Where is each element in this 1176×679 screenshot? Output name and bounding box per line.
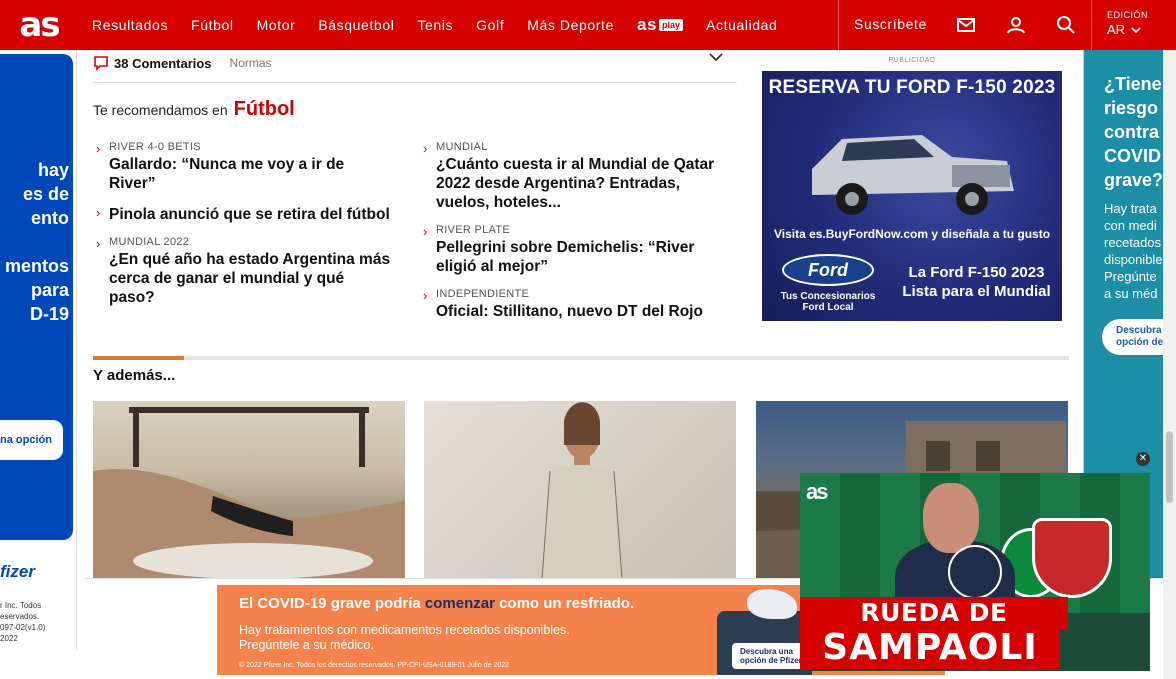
recommended-kicker: RIVER 4-0 BETIS — [109, 141, 201, 153]
sevilla-crest-image — [1032, 518, 1112, 598]
recommended-headline[interactable]: ¿Cuánto cuesta ir al Mundial de Qatar 20… — [436, 155, 720, 212]
edition-selector[interactable]: EDICIÓN AR — [1107, 10, 1148, 37]
asplay-logo: as — [636, 15, 658, 34]
ford-ad-promo: La Ford F-150 2023 Lista para el Mundial — [902, 264, 1051, 300]
pfizer-logo: fizer — [0, 562, 35, 581]
left-ad-panel: hay es de ento mentos para D-19 na opció… — [0, 54, 73, 540]
floating-video-player[interactable]: as RUEDA DE PRENSA SAMPAOLI — [800, 473, 1150, 671]
recommended-item[interactable]: › RIVER 4-0 BETIS Gallardo: “Nunca me vo… — [93, 141, 393, 193]
nav-divider — [838, 0, 839, 50]
covid-ad-headline-end: como un resfriado. — [494, 595, 635, 612]
recommended-item[interactable]: › RIVER PLATE Pellegrini sobre Demicheli… — [420, 224, 720, 276]
right-ad-description: Hay trata con medi recetados disponible … — [1104, 201, 1163, 301]
ford-ad-dealers: Tus Concesionarios Ford Local — [780, 291, 876, 313]
comment-icon — [94, 56, 108, 71]
nav-item-basquetbol[interactable]: Básquetbol — [318, 17, 394, 33]
article-image — [93, 407, 405, 579]
chevron-right-icon: › — [96, 236, 101, 251]
chevron-right-icon: › — [96, 205, 101, 220]
recommended-headline[interactable]: ¿En qué año ha estado Argentina más cerc… — [109, 250, 393, 307]
edition-label: EDICIÓN — [1107, 10, 1149, 20]
nav-item-tenis[interactable]: Tenis — [417, 17, 453, 33]
left-side-ad[interactable]: hay es de ento mentos para D-19 na opció… — [0, 50, 77, 650]
video-caption-bottom: SAMPAOLI — [800, 627, 1060, 669]
left-ad-button[interactable]: na opción — [0, 420, 63, 460]
recommended-headline[interactable]: Gallardo: “Nunca me voy a ir de River” — [109, 155, 393, 193]
play-button-icon[interactable] — [948, 545, 1002, 599]
as-logo[interactable]: as — [0, 0, 78, 50]
nav-item-resultados[interactable]: Resultados — [92, 17, 168, 33]
covid-ad-legal: © 2022 Pfizer Inc. Todos los derechos re… — [239, 662, 510, 669]
video-close-button[interactable]: ✕ — [1136, 452, 1150, 466]
ford-ad-visit: Visita es.BuyFordNow.com y diseñala a tu… — [773, 227, 1051, 241]
scrollbar-thumb[interactable] — [1166, 431, 1173, 503]
nav-item-actualidad[interactable]: Actualidad — [706, 17, 777, 33]
recommended-item[interactable]: › Pinola anunció que se retira del fútbo… — [93, 205, 393, 224]
recommended-headline[interactable]: Pinola anunció que se retira del fútbol — [109, 205, 393, 224]
recommended-prefix: Te recomendamos en — [93, 102, 228, 118]
video-as-logo: as — [806, 479, 829, 504]
advertising-label: PUBLICIDAD — [888, 57, 936, 64]
comments-norms-link[interactable]: Normas — [230, 56, 272, 70]
page-scrollbar[interactable] — [1163, 50, 1176, 679]
ford-logo: Ford — [782, 254, 874, 286]
article-thumbnail[interactable] — [93, 401, 405, 579]
chevron-right-icon: › — [423, 288, 428, 303]
covid-ad-body: Hay tratamientos con medicamentos receta… — [239, 623, 570, 652]
nav-item-asplay[interactable]: as play — [636, 15, 684, 35]
ford-ad-headline: RESERVA TU FORD F-150 2023 — [768, 77, 1056, 98]
right-ad-button[interactable]: Descubra opción de — [1102, 319, 1163, 355]
asplay-badge: play — [659, 19, 684, 31]
nav-item-motor[interactable]: Motor — [257, 17, 296, 33]
further-title: Y además... — [93, 367, 176, 384]
edition-value: AR — [1107, 22, 1126, 37]
recommended-item[interactable]: › INDEPENDIENTE Oficial: Stillitano, nue… — [420, 288, 720, 321]
covid-ad-headline-start: El COVID-19 grave podría — [239, 595, 425, 612]
recommended-kicker: MUNDIAL 2022 — [109, 236, 190, 248]
recommended-title: Te recomendamos en Fútbol — [93, 98, 295, 121]
section-divider — [93, 356, 1069, 360]
recommended-left-column: › RIVER 4-0 BETIS Gallardo: “Nunca me vo… — [93, 141, 393, 319]
chevron-right-icon: › — [96, 141, 101, 156]
top-nav-bar: as Resultados Fútbol Motor Básquetbol Te… — [0, 0, 1176, 50]
chevron-down-icon — [1131, 26, 1141, 33]
recommended-kicker: RIVER PLATE — [436, 224, 511, 236]
article-thumbnail[interactable] — [424, 401, 736, 579]
left-ad-text: hay es de ento mentos para D-19 — [4, 160, 69, 324]
comments-bar[interactable]: 38 Comentarios Normas — [93, 44, 737, 83]
recommended-kicker: INDEPENDIENTE — [436, 288, 530, 300]
mail-icon[interactable] — [954, 13, 978, 37]
nav-divider — [1091, 0, 1092, 50]
covid-ad-headline-highlight: comenzar — [424, 595, 495, 612]
subscribe-link[interactable]: Suscríbete — [854, 16, 927, 32]
truck-image — [812, 135, 1014, 215]
ford-ad[interactable]: RESERVA TU FORD F-150 2023 Visita es.Buy… — [762, 71, 1062, 321]
chevron-right-icon: › — [423, 224, 428, 239]
right-ad-question: ¿Tiene riesgo contra COVID grave? — [1104, 74, 1163, 190]
recommended-headline[interactable]: Pellegrini sobre Demichelis: “River elig… — [436, 238, 720, 276]
chevron-right-icon: › — [423, 141, 428, 156]
main-nav: Resultados Fútbol Motor Básquetbol Tenis… — [92, 15, 800, 35]
search-icon[interactable] — [1054, 13, 1078, 37]
recommended-right-column: › MUNDIAL ¿Cuánto cuesta ir al Mundial d… — [420, 141, 720, 333]
comments-count[interactable]: 38 Comentarios — [114, 56, 212, 71]
article-image — [541, 402, 623, 579]
recommended-item[interactable]: › MUNDIAL ¿Cuánto cuesta ir al Mundial d… — [420, 141, 720, 212]
section-divider-accent — [93, 356, 184, 360]
recommended-headline[interactable]: Oficial: Stillitano, nuevo DT del Rojo — [436, 302, 720, 321]
left-ad-legal: r Inc. Todos eservados. 097-02(v1.0) 202… — [0, 601, 46, 643]
nav-item-golf[interactable]: Golf — [476, 17, 504, 33]
covid-ad-headline: El COVID-19 grave podría comenzar como u… — [239, 595, 634, 612]
recommended-kicker: MUNDIAL — [436, 141, 488, 153]
recommended-item[interactable]: › MUNDIAL 2022 ¿En qué año ha estado Arg… — [93, 236, 393, 307]
nav-item-mas-deporte[interactable]: Más Deporte — [527, 17, 614, 33]
chevron-down-icon[interactable] — [709, 50, 723, 64]
nav-item-futbol[interactable]: Fútbol — [191, 17, 234, 33]
recommended-section-link[interactable]: Fútbol — [234, 98, 295, 121]
video-caption-top: RUEDA DE PRENSA — [800, 597, 1068, 659]
user-icon[interactable] — [1004, 13, 1028, 37]
